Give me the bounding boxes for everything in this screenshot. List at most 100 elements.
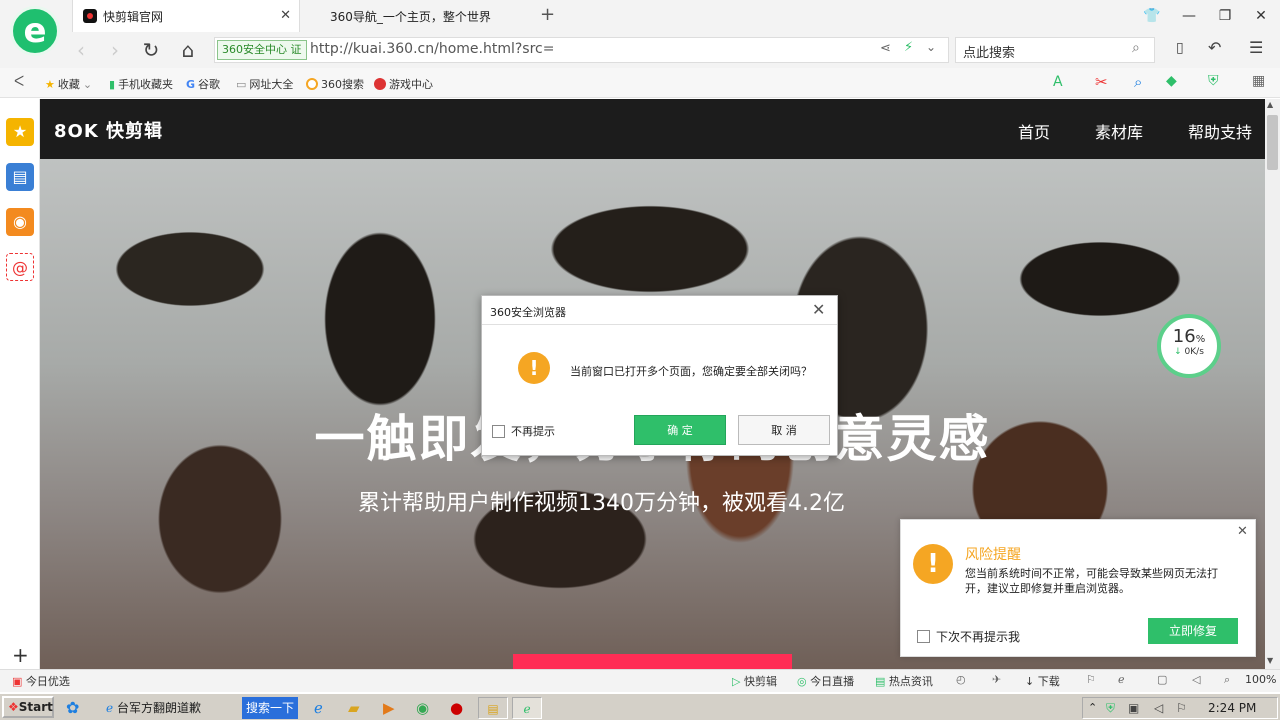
search-once-button[interactable]: 搜索一下 [242,697,298,719]
browser-360-icon[interactable]: ℯ [512,697,542,719]
start-button[interactable]: ❖Start [2,696,54,718]
scrollbar[interactable] [1265,99,1280,669]
download-icon: ↓ [1025,675,1035,688]
scroll-down-icon[interactable]: ▼ [1267,656,1273,665]
zoom-level[interactable]: 100% [1245,673,1276,686]
speed-widget[interactable]: 16% ↓ 0K/s [1157,314,1221,378]
page-icon: ▭ [236,77,247,91]
favorites-star-icon[interactable]: ★ [6,118,34,146]
status-live[interactable]: ◎ 今日直播 [797,673,854,689]
warning-icon: ! [518,352,550,384]
tray-expand-icon[interactable]: ⌃ [1088,697,1097,719]
url-text[interactable]: http://kuai.360.cn/home.html?src= [310,41,554,57]
tab-title: 快剪辑官网 [103,9,164,24]
weibo-icon[interactable]: ◉ [6,208,34,236]
ok-button[interactable]: 确 定 [634,415,726,445]
pin-icon[interactable]: ✈ [992,673,1001,686]
360search-icon [306,78,318,90]
menu-icon[interactable]: ☰ [1249,38,1263,57]
clock[interactable]: 2:24 PM [1208,697,1256,719]
tray-flag-icon[interactable]: ⚐ [1176,697,1187,719]
tray-volume-icon[interactable]: ◁ [1154,697,1163,719]
scroll-up-icon[interactable]: ▲ [1267,100,1273,109]
dont-remind-checkbox[interactable]: 不再提示 [492,423,555,439]
new-tab-button[interactable]: + [540,4,555,25]
bookmark-mobile[interactable]: ▮ 手机收藏夹 [109,76,173,92]
site-logo[interactable]: 8OK 快剪辑 [54,117,163,143]
star-icon: ★ [45,77,55,91]
opera-icon[interactable]: ● [450,697,463,719]
security-badge[interactable]: 360安全中心 证 [217,40,307,60]
bookmark-favorites[interactable]: ★ 收藏 ⌄ [45,76,92,92]
tray-shield-icon[interactable]: ⛨ [1106,697,1115,719]
taskbar-item-browser[interactable]: ℯ 台军方翻朗道歉 [104,697,240,719]
forward-button[interactable]: › [102,38,128,62]
tab-360nav[interactable]: 360导航_一个主页，整个世界 [320,0,520,32]
fix-now-button[interactable]: 立即修复 [1148,618,1238,644]
volume-icon[interactable]: ◁ [1192,673,1200,686]
dialog-close-icon[interactable]: ✕ [812,300,825,319]
flag-icon[interactable]: ⚐ [1086,673,1096,686]
news-icon: ▤ [875,675,886,688]
magnifier-icon[interactable]: ⌕ [1134,73,1142,91]
ie-mode-icon[interactable]: ℯ [1118,673,1125,686]
apps-icon[interactable]: ▦ [1252,73,1265,89]
today-picks[interactable]: ▣ 今日优选 [12,673,70,689]
skin-icon[interactable]: 👕 [1137,4,1167,28]
nav-home[interactable]: 首页 [1018,119,1050,143]
play-icon: ▷ [732,675,741,688]
sidebar-add-button[interactable]: + [12,643,29,667]
media-player-icon[interactable]: ▶ [383,697,395,719]
bookmark-google[interactable]: G 谷歌 [186,76,220,92]
scrollbar-thumb[interactable] [1267,115,1278,170]
chrome-icon[interactable]: ◉ [416,697,429,719]
browser-logo-icon[interactable]: e [10,6,60,56]
bookmark-game-center[interactable]: 游戏中心 [374,76,433,92]
translate-icon[interactable]: A [1053,74,1063,90]
risk-dont-remind-checkbox[interactable]: 下次不再提示我 [917,628,1020,645]
risk-close-icon[interactable]: ✕ [1237,524,1248,539]
maximize-button[interactable]: ❐ [1210,4,1240,28]
chevron-down-icon[interactable]: ⌄ [926,40,936,54]
tab-kuaijianji[interactable]: 快剪辑官网 ✕ [72,0,300,32]
tab-close-icon[interactable]: ✕ [280,8,291,23]
email-icon[interactable]: @ [6,253,34,281]
back-button[interactable]: ‹ [68,38,94,62]
window-icon[interactable]: ▢ [1157,673,1167,686]
bookmark-360search[interactable]: 360搜索 [306,76,364,92]
sidebar-toggle-icon[interactable]: ᐸ [14,74,24,90]
folder-icon[interactable]: ▰ [348,697,360,719]
undo-close-icon[interactable]: ↶ [1208,38,1221,57]
checkbox-box[interactable] [492,424,505,438]
zoom-icon[interactable]: ⌕ [1224,673,1230,687]
news-icon[interactable]: ▤ [6,163,34,191]
dialog-title: 360安全浏览器 [490,306,566,319]
shield-icon[interactable]: ⛨ [1208,73,1219,89]
minimize-button[interactable]: — [1174,4,1204,28]
lightning-icon[interactable]: ⚡ [904,40,913,55]
reload-button[interactable]: ↻ [138,38,164,62]
archive-icon[interactable]: ▤ [478,697,508,719]
tab-title: 360导航_一个主页，整个世界 [330,9,491,24]
cta-button[interactable] [513,654,792,669]
checkbox-box[interactable] [917,630,930,643]
phone-icon[interactable]: ▯ [1176,40,1184,56]
ie-icon[interactable]: ℯ [314,697,323,719]
tray-network-icon[interactable]: ▣ [1128,697,1139,719]
scissors-icon[interactable]: ✂ [1095,73,1108,91]
status-download[interactable]: ↓ 下载 [1025,673,1060,689]
bookmark-url-directory[interactable]: ▭ 网址大全 [236,76,293,92]
status-news[interactable]: ▤ 热点资讯 [875,673,933,689]
status-kuaijianji[interactable]: ▷ 快剪辑 [732,673,777,689]
ie-icon: ℯ [106,701,114,715]
share-icon[interactable]: ⋖ [880,41,891,56]
app-icon[interactable]: ✿ [66,697,79,719]
speed-icon[interactable]: ◴ [956,673,966,686]
nav-help[interactable]: 帮助支持 [1188,119,1252,143]
search-icon[interactable]: ⌕ [1132,40,1140,56]
gamepad-icon[interactable]: ◆ [1166,73,1177,89]
cancel-button[interactable]: 取 消 [738,415,830,445]
home-button[interactable]: ⌂ [175,38,201,62]
nav-materials[interactable]: 素材库 [1095,119,1143,143]
close-window-button[interactable]: ✕ [1246,4,1276,28]
